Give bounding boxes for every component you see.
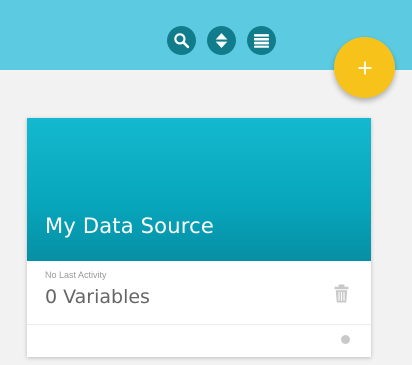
- status-dot-icon: [341, 335, 350, 344]
- plus-icon: [358, 61, 371, 74]
- toolbar-icons: [167, 26, 276, 55]
- search-button[interactable]: [167, 26, 196, 55]
- add-data-source-button[interactable]: [334, 37, 395, 98]
- variables-count: 0 Variables: [45, 286, 150, 308]
- card-header[interactable]: My Data Source: [27, 118, 371, 261]
- list-view-button[interactable]: [247, 26, 276, 55]
- data-source-card[interactable]: My Data Source No Last Activity 0 Variab…: [27, 118, 371, 357]
- last-activity-label: No Last Activity: [45, 270, 107, 280]
- list-icon: [254, 34, 269, 48]
- trash-icon: [334, 284, 349, 303]
- sort-icon: [215, 33, 228, 48]
- delete-button[interactable]: [334, 284, 349, 308]
- sort-button[interactable]: [207, 26, 236, 55]
- card-title[interactable]: My Data Source: [45, 214, 214, 238]
- search-icon: [174, 33, 190, 49]
- card-divider: [27, 324, 371, 325]
